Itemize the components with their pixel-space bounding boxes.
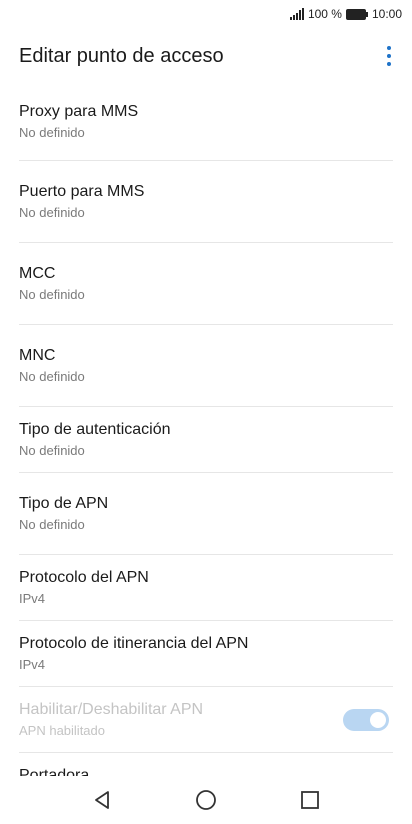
battery-icon — [345, 8, 368, 20]
item-value: No definido — [19, 125, 85, 140]
apn-enabled-toggle — [343, 708, 389, 731]
signal-icon — [289, 8, 304, 20]
list-item-habilitar-apn: Habilitar/Deshabilitar APN APN habilitad… — [19, 687, 393, 753]
item-value: IPv4 — [19, 656, 46, 672]
item-title: Habilitar/Deshabilitar APN — [19, 700, 204, 718]
clock: 10:00 — [371, 7, 402, 21]
list-item-mcc[interactable]: MCC No definido — [19, 243, 393, 325]
more-options-icon[interactable] — [377, 40, 401, 72]
list-item-puerto-mms[interactable]: Puerto para MMS No definido — [19, 161, 393, 243]
item-title: Tipo de autenticación — [19, 420, 171, 438]
item-title: MCC — [19, 264, 56, 282]
settings-list: Proxy para MMS No definido Puerto para M… — [0, 84, 412, 797]
item-value: No definido — [19, 368, 85, 384]
navigation-bar — [0, 776, 412, 824]
item-title: MNC — [19, 346, 56, 364]
list-item-protocolo-apn[interactable]: Protocolo del APN IPv4 — [19, 555, 393, 621]
item-value: IPv4 — [19, 590, 46, 606]
list-item-mnc[interactable]: MNC No definido — [19, 325, 393, 407]
list-item-tipo-autenticacion[interactable]: Tipo de autenticación No definido — [19, 407, 393, 473]
back-triangle-icon[interactable] — [88, 786, 116, 814]
item-title: Tipo de APN — [19, 494, 109, 512]
item-value: APN habilitado — [19, 722, 105, 738]
page-title: Editar punto de acceso — [19, 44, 224, 67]
item-title: Proxy para MMS — [19, 103, 139, 120]
list-item-tipo-apn[interactable]: Tipo de APN No definido — [19, 473, 393, 555]
item-title: Protocolo del APN — [19, 568, 149, 586]
app-bar: Editar punto de acceso — [0, 28, 412, 84]
item-value: No definido — [19, 286, 85, 302]
item-title: Puerto para MMS — [19, 182, 145, 200]
item-value: No definido — [19, 516, 85, 532]
list-item-proxy-mms[interactable]: Proxy para MMS No definido — [19, 84, 393, 161]
status-bar: 100 % 10:00 — [0, 0, 412, 28]
list-item-protocolo-itinerancia[interactable]: Protocolo de itinerancia del APN IPv4 — [19, 621, 393, 687]
item-value: No definido — [19, 204, 85, 220]
toggle-knob — [370, 711, 386, 728]
item-title: Protocolo de itinerancia del APN — [19, 634, 249, 652]
recents-square-icon[interactable] — [296, 786, 324, 814]
item-value: No definido — [19, 442, 85, 458]
battery-percent: 100 % — [307, 7, 342, 21]
home-circle-icon[interactable] — [192, 786, 220, 814]
